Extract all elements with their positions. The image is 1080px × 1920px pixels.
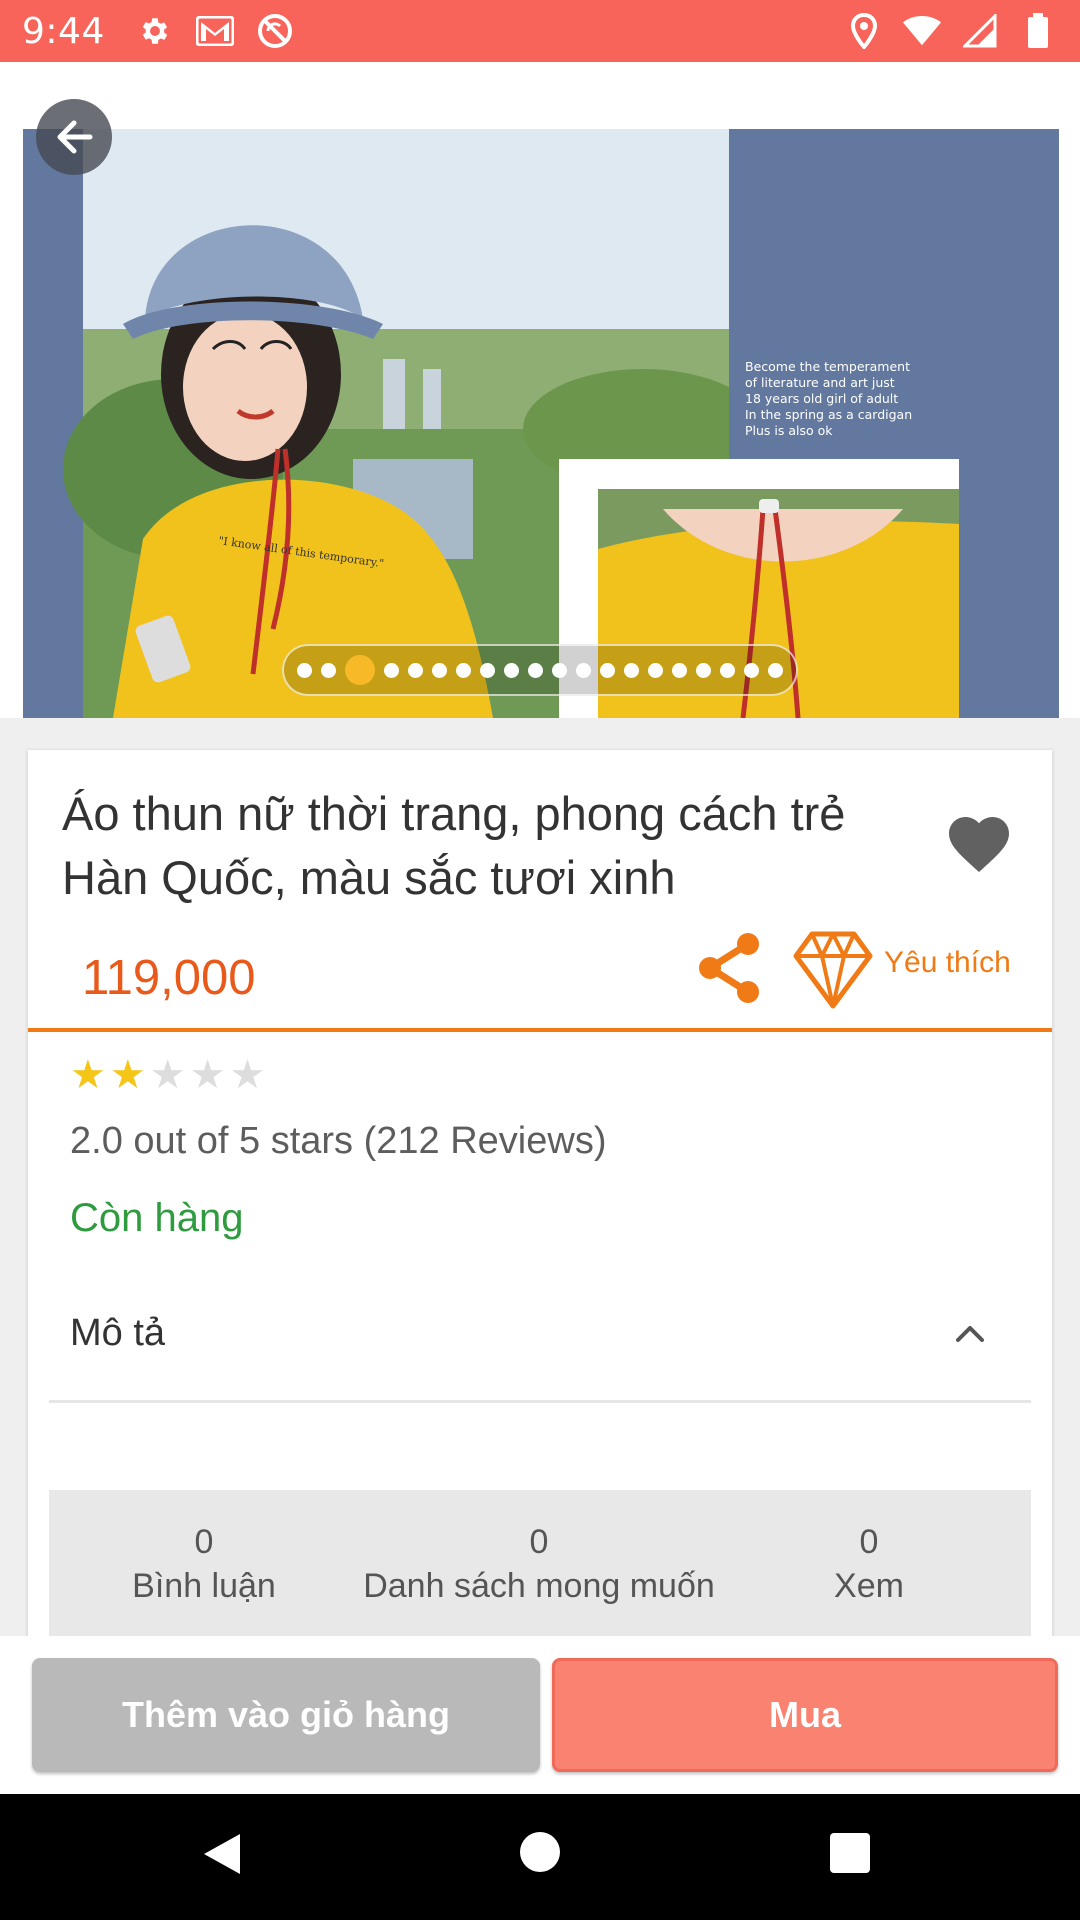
nav-recents-icon[interactable]: [830, 1833, 870, 1873]
carousel-dot[interactable]: [504, 662, 519, 678]
carousel-dot[interactable]: [768, 662, 783, 678]
favorite-button[interactable]: [943, 808, 1015, 880]
status-bar: 9:44: [0, 0, 1080, 62]
star-filled-icon: ★: [109, 1053, 146, 1097]
settings-icon: [135, 11, 175, 51]
description-label: Mô tả: [70, 1312, 166, 1354]
chevron-up-icon: [956, 1326, 984, 1342]
signal-icon: [960, 11, 1000, 51]
buy-button[interactable]: Mua: [552, 1658, 1058, 1772]
stat-views[interactable]: 0 Xem: [819, 1520, 919, 1608]
carousel-dot[interactable]: [480, 662, 495, 678]
carousel-dot[interactable]: [384, 662, 399, 678]
stat-value: 0: [194, 1523, 214, 1561]
star-filled-icon: ★: [70, 1053, 106, 1097]
nav-back-icon[interactable]: [200, 1832, 242, 1876]
nav-home-icon[interactable]: [520, 1832, 560, 1872]
heart-icon: [949, 817, 1009, 873]
no-sync-icon: [255, 11, 295, 51]
wifi-icon: [902, 11, 942, 51]
carousel-dot[interactable]: [672, 662, 687, 678]
carousel-dot[interactable]: [576, 662, 591, 678]
action-bar: Thêm vào giỏ hàng Mua: [0, 1636, 1080, 1794]
arrow-back-icon: [57, 120, 93, 154]
carousel-dot[interactable]: [408, 662, 423, 678]
carousel-dot[interactable]: [528, 662, 543, 678]
stats-panel: 0 Bình luận 0 Danh sách mong muốn 0 Xem: [49, 1490, 1031, 1638]
carousel-dot[interactable]: [321, 662, 336, 678]
star-empty-icon: ★: [149, 1053, 186, 1097]
stat-label: Danh sách mong muốn: [363, 1567, 715, 1605]
wishlist-label[interactable]: Yêu thích: [884, 946, 1011, 980]
carousel-dot[interactable]: [600, 662, 615, 678]
product-photo[interactable]: "I know all of this temporary." Become t…: [23, 129, 1059, 718]
stat-label: Xem: [834, 1567, 904, 1605]
system-nav-bar: [0, 1794, 1080, 1920]
rating-summary: 2.0 out of 5 stars (212 Reviews): [70, 1120, 607, 1162]
carousel-dot[interactable]: [297, 662, 312, 678]
carousel-dot[interactable]: [552, 662, 567, 678]
carousel-dot[interactable]: [432, 662, 447, 678]
battery-icon: [1018, 11, 1058, 51]
price-divider: [28, 1028, 1052, 1032]
carousel-dot-active[interactable]: [345, 655, 375, 685]
rating-stars: ★ ★ ★ ★ ★: [70, 1052, 265, 1098]
stat-value: 0: [529, 1523, 549, 1561]
gmail-icon: [195, 11, 235, 51]
wishlist-button[interactable]: [790, 926, 876, 1012]
star-empty-icon: ★: [189, 1053, 226, 1097]
product-card: Áo thun nữ thời trang, phong cách trẻ Hà…: [28, 750, 1052, 1638]
stat-label: Bình luận: [132, 1567, 276, 1605]
carousel-indicator[interactable]: [282, 644, 798, 696]
stat-comments[interactable]: 0 Bình luận: [129, 1520, 279, 1608]
product-title: Áo thun nữ thời trang, phong cách trẻ Hà…: [62, 787, 846, 904]
back-button[interactable]: [36, 99, 112, 175]
carousel-dot[interactable]: [648, 662, 663, 678]
carousel-dot[interactable]: [456, 662, 471, 678]
description-divider: [49, 1400, 1031, 1403]
star-empty-icon: ★: [229, 1053, 266, 1097]
product-price: 119,000: [82, 951, 256, 1005]
location-icon: [844, 11, 884, 51]
stat-value: 0: [859, 1523, 879, 1561]
status-time: 9:44: [22, 10, 105, 52]
product-image-carousel[interactable]: "I know all of this temporary." Become t…: [0, 62, 1080, 718]
stat-wishlist[interactable]: 0 Danh sách mong muốn: [289, 1520, 789, 1608]
carousel-dot[interactable]: [624, 662, 639, 678]
add-to-cart-button[interactable]: Thêm vào giỏ hàng: [32, 1658, 540, 1772]
share-button[interactable]: [690, 928, 770, 1008]
diamond-icon: [793, 931, 873, 1009]
description-toggle[interactable]: Mô tả: [70, 1300, 1030, 1374]
carousel-dot[interactable]: [696, 662, 711, 678]
carousel-dot[interactable]: [744, 662, 759, 678]
stock-status: Còn hàng: [70, 1196, 244, 1240]
carousel-dot[interactable]: [720, 662, 735, 678]
share-icon: [699, 933, 759, 1003]
